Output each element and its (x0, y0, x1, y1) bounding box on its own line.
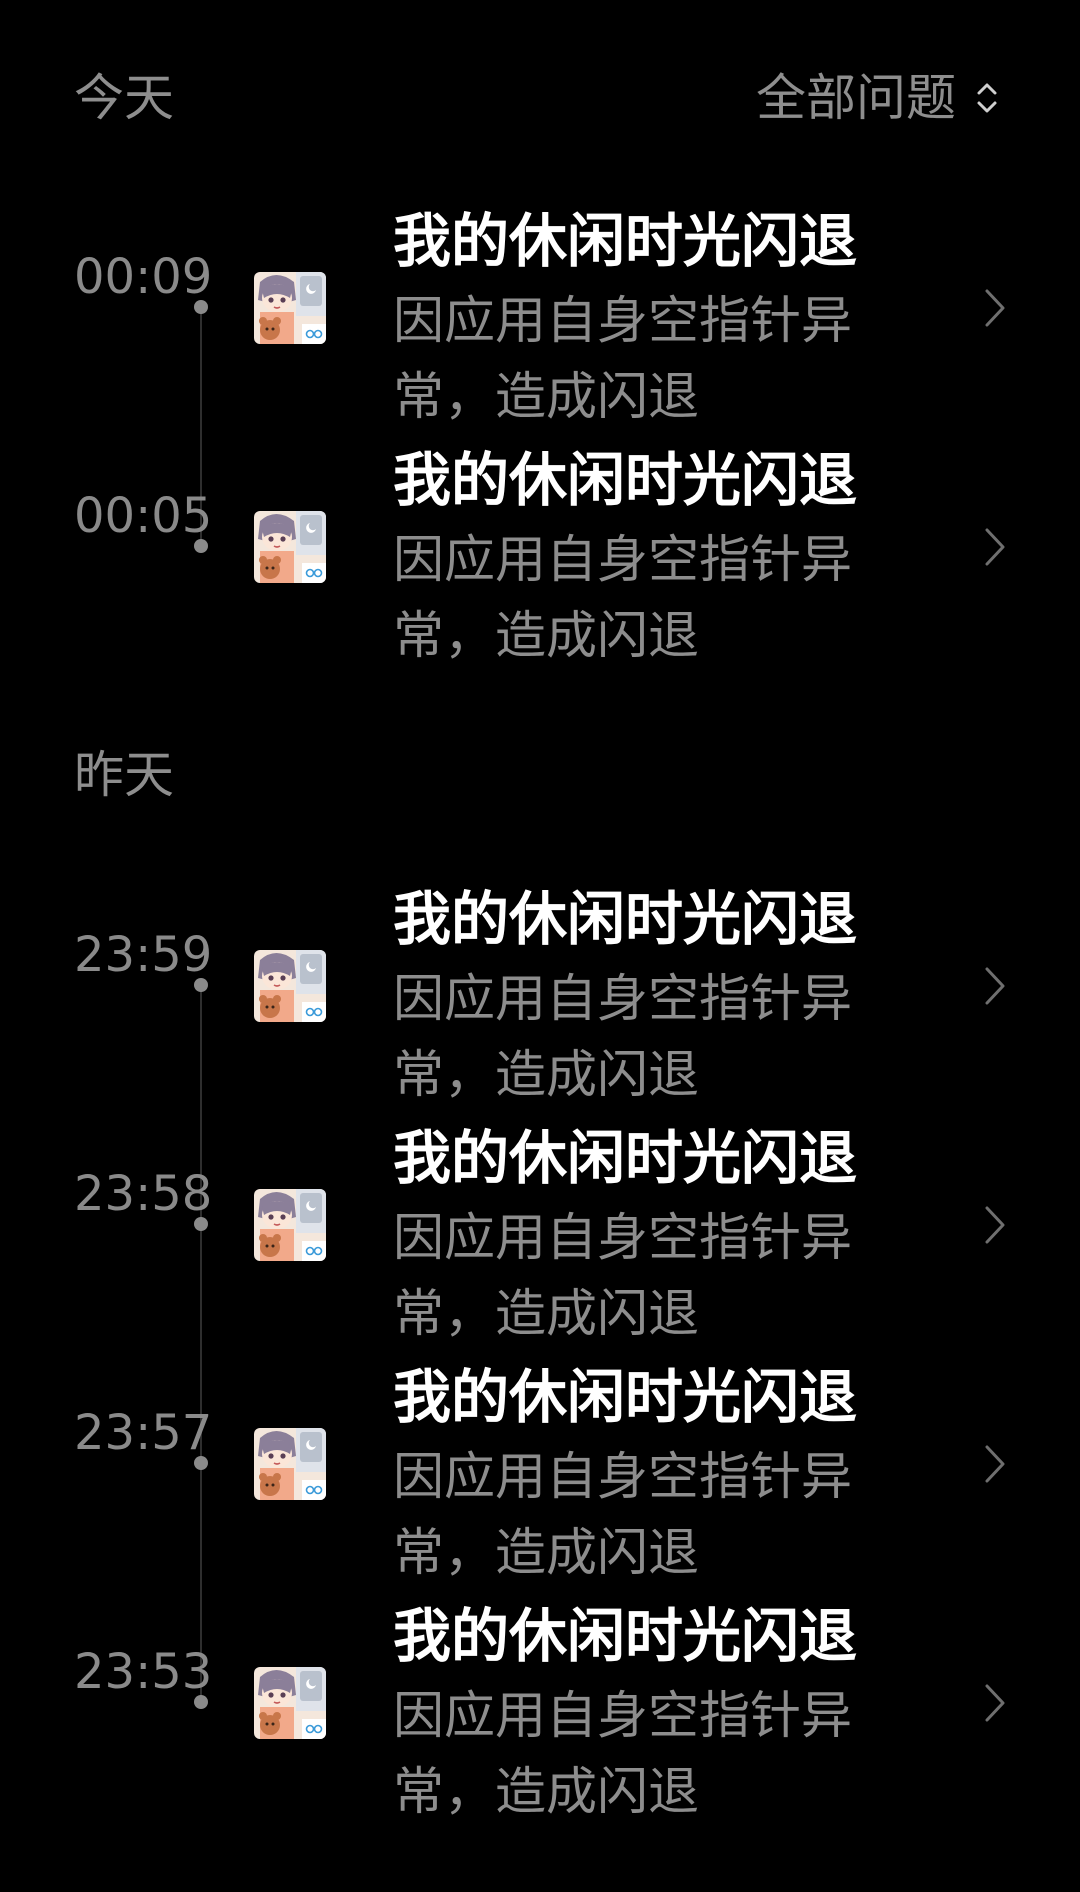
entry-time: 23:58 (74, 1166, 213, 1222)
timeline-dot (194, 300, 208, 314)
entry-time: 00:05 (74, 488, 213, 544)
crash-entry[interactable]: 00:09 我的休闲时光闪退 因应用自身空指针异常，造成闪退 (0, 202, 1080, 442)
timeline-dot (194, 1695, 208, 1709)
crash-entry[interactable]: 23:53 我的休闲时光闪退 因应用自身空指针异常，造成闪退 (0, 1597, 1080, 1837)
chevron-right-icon (982, 286, 1008, 330)
entry-title: 我的休闲时光闪退 (393, 1124, 858, 1192)
timeline-dot (194, 1217, 208, 1231)
crash-entry[interactable]: 00:05 我的休闲时光闪退 因应用自身空指针异常，造成闪退 (0, 441, 1080, 681)
entry-title: 我的休闲时光闪退 (393, 1602, 858, 1670)
entry-description: 因应用自身空指针异常，造成闪退 (393, 1209, 853, 1344)
crash-entry[interactable]: 23:58 我的休闲时光闪退 因应用自身空指针异常，造成闪退 (0, 1119, 1080, 1359)
app-avatar (254, 1428, 326, 1500)
app-avatar (254, 511, 326, 583)
timeline-dot (194, 539, 208, 553)
section-header-yesterday: 昨天 (74, 746, 174, 804)
entry-time: 23:53 (74, 1644, 213, 1700)
filter-dropdown[interactable]: 全部问题 (756, 68, 1000, 128)
entry-description: 因应用自身空指针异常，造成闪退 (393, 1687, 853, 1822)
entry-title: 我的休闲时光闪退 (393, 885, 858, 953)
entry-title: 我的休闲时光闪退 (393, 207, 858, 275)
entry-title: 我的休闲时光闪退 (393, 1363, 858, 1431)
timeline-dot (194, 978, 208, 992)
chevron-right-icon (982, 1442, 1008, 1486)
section-header-today: 今天 (74, 69, 174, 127)
entry-time: 23:59 (74, 927, 213, 983)
crash-entry[interactable]: 23:57 我的休闲时光闪退 因应用自身空指针异常，造成闪退 (0, 1358, 1080, 1598)
filter-label: 全部问题 (756, 69, 956, 127)
chevron-right-icon (982, 525, 1008, 569)
chevron-right-icon (982, 1681, 1008, 1725)
entry-title: 我的休闲时光闪退 (393, 446, 858, 514)
app-avatar (254, 1667, 326, 1739)
entry-description: 因应用自身空指针异常，造成闪退 (393, 970, 853, 1105)
entry-description: 因应用自身空指针异常，造成闪退 (393, 292, 853, 427)
app-avatar (254, 1189, 326, 1261)
entry-time: 00:09 (74, 249, 213, 305)
entry-description: 因应用自身空指针异常，造成闪退 (393, 1448, 853, 1583)
entry-description: 因应用自身空指针异常，造成闪退 (393, 531, 853, 666)
sort-updown-icon (974, 78, 1000, 118)
chevron-right-icon (982, 964, 1008, 1008)
app-avatar (254, 272, 326, 344)
chevron-right-icon (982, 1203, 1008, 1247)
timeline-dot (194, 1456, 208, 1470)
app-avatar (254, 950, 326, 1022)
header: 今天 全部问题 (0, 0, 1080, 200)
entry-time: 23:57 (74, 1405, 213, 1461)
crash-entry[interactable]: 23:59 我的休闲时光闪退 因应用自身空指针异常，造成闪退 (0, 880, 1080, 1120)
